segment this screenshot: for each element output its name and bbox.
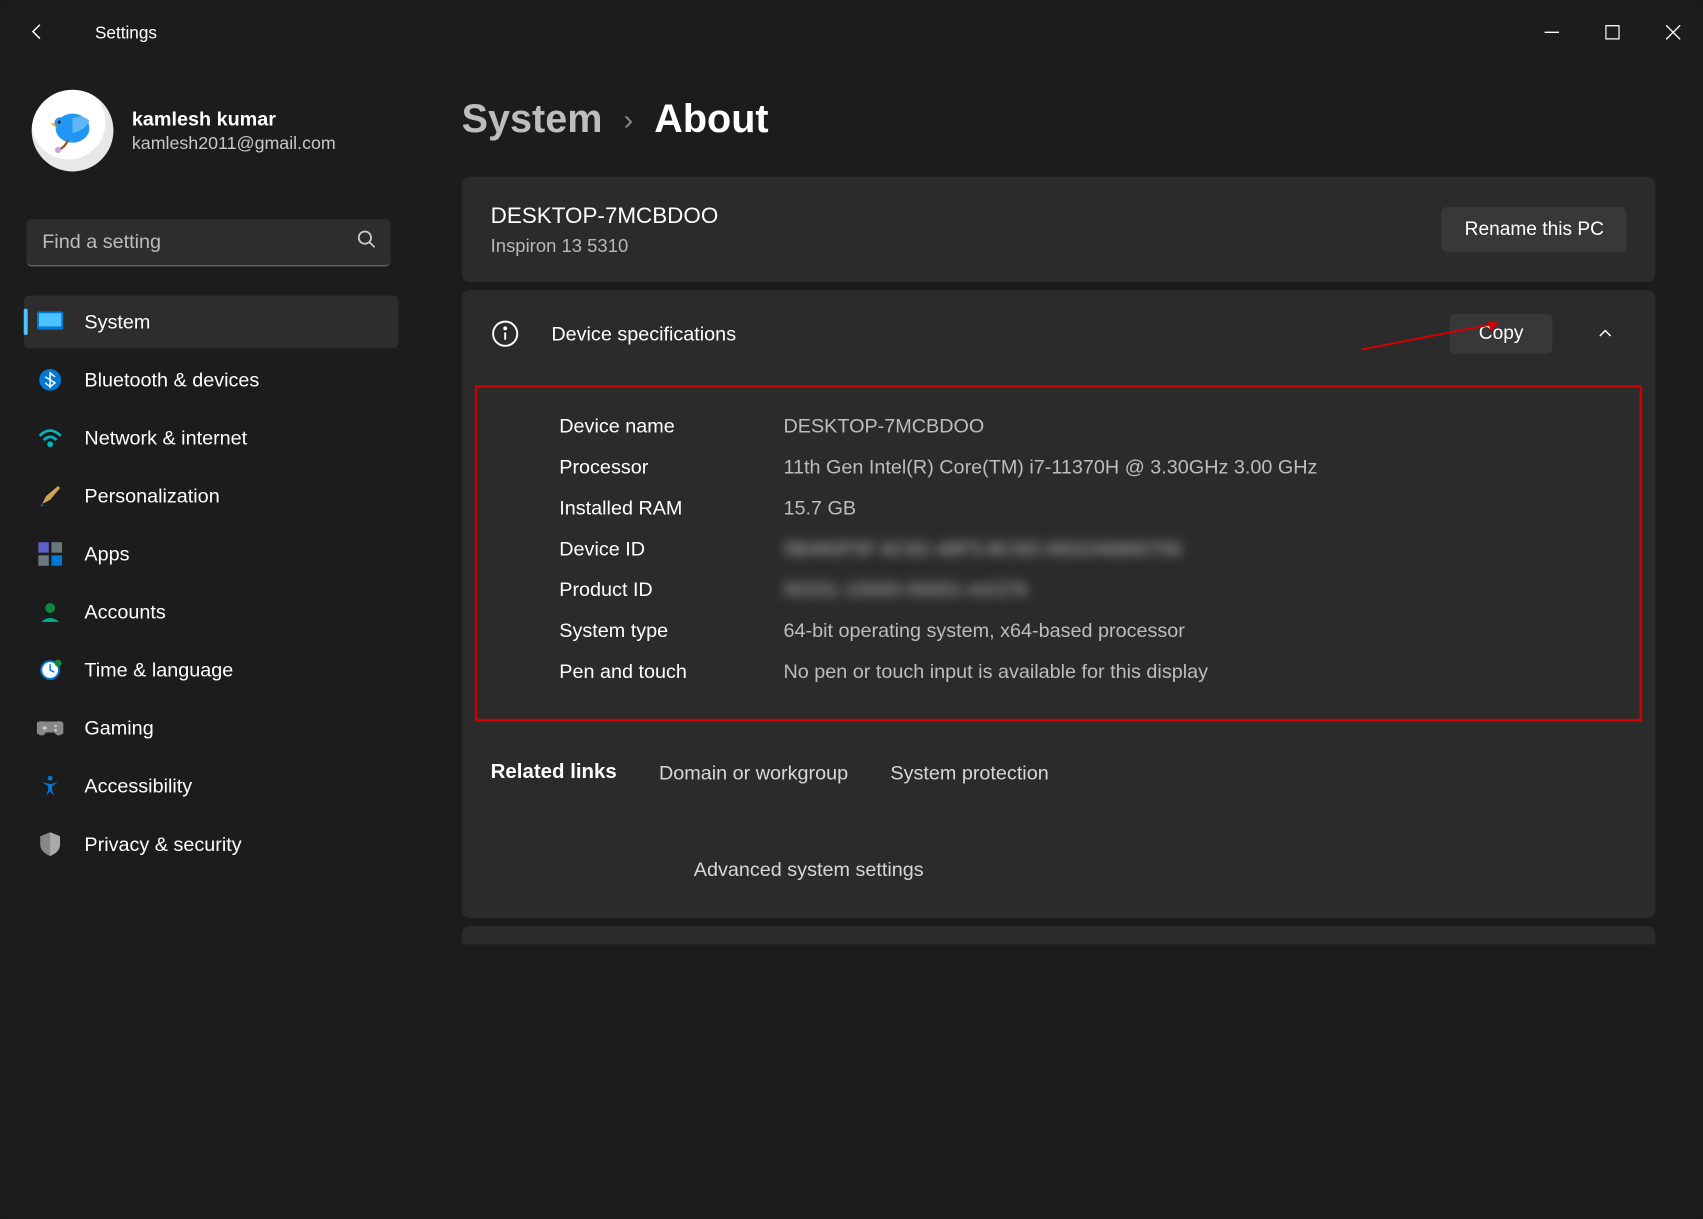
device-specs-header[interactable]: Device specifications Copy	[462, 290, 1656, 377]
spec-value: 5B460F5F-6C82-48F5-BC6D-8932A6800756	[783, 538, 1181, 560]
spec-label: Processor	[559, 456, 783, 478]
spec-label: Installed RAM	[559, 497, 783, 519]
related-label: Related links	[491, 761, 617, 785]
search-input[interactable]	[26, 219, 390, 266]
maximize-button[interactable]	[1581, 8, 1642, 55]
nav-label: Time & language	[84, 659, 233, 681]
person-icon	[37, 599, 63, 625]
nav-personalization[interactable]: Personalization	[24, 470, 399, 523]
nav-apps[interactable]: Apps	[24, 528, 399, 581]
spec-label: Pen and touch	[559, 661, 783, 683]
shield-icon	[37, 831, 63, 857]
spec-value: 11th Gen Intel(R) Core(TM) i7-11370H @ 3…	[783, 456, 1317, 478]
nav-label: Gaming	[84, 717, 153, 739]
nav-label: Bluetooth & devices	[84, 369, 259, 391]
spec-value: 15.7 GB	[783, 497, 856, 519]
window-controls	[1521, 8, 1703, 55]
minimize-button[interactable]	[1521, 8, 1582, 55]
nav-label: System	[84, 311, 150, 333]
link-domain[interactable]: Domain or workgroup	[659, 762, 848, 784]
search-icon	[356, 229, 377, 257]
spec-value: DESKTOP-7MCBDOO	[783, 415, 984, 437]
apps-icon	[37, 541, 63, 567]
avatar	[32, 90, 114, 172]
breadcrumb-parent[interactable]: System	[462, 98, 603, 143]
brush-icon	[37, 483, 63, 509]
titlebar: Settings	[0, 0, 1703, 63]
nav-time[interactable]: Time & language	[24, 644, 399, 697]
nav-accounts[interactable]: Accounts	[24, 586, 399, 639]
device-specs-title: Device specifications	[551, 322, 1418, 344]
link-protection[interactable]: System protection	[890, 762, 1048, 784]
nav-network[interactable]: Network & internet	[24, 412, 399, 465]
spec-value: 00331-10000-00001-AA376	[783, 579, 1027, 601]
accessibility-icon	[37, 773, 63, 799]
pc-name: DESKTOP-7MCBDOO	[491, 203, 719, 229]
chevron-right-icon: ›	[624, 103, 634, 137]
nav-label: Network & internet	[84, 427, 247, 449]
spec-label: System type	[559, 620, 783, 642]
profile-email: kamlesh2011@gmail.com	[132, 133, 336, 153]
spec-value: 64-bit operating system, x64-based proce…	[783, 620, 1184, 642]
related-links: Related links Domain or workgroup System…	[462, 735, 1656, 918]
nav-label: Accounts	[84, 601, 165, 623]
gamepad-icon	[37, 715, 63, 741]
nav-accessibility[interactable]: Accessibility	[24, 760, 399, 813]
link-advanced[interactable]: Advanced system settings	[694, 859, 924, 881]
page-title: About	[654, 98, 768, 143]
profile-block[interactable]: kamlesh kumar kamlesh2011@gmail.com	[24, 74, 399, 195]
copy-button[interactable]: Copy	[1450, 314, 1553, 354]
pc-card: DESKTOP-7MCBDOO Inspiron 13 5310 Rename …	[462, 177, 1656, 283]
app-title: Settings	[95, 22, 157, 42]
nav-system[interactable]: System	[24, 295, 399, 348]
nav-list: System Bluetooth & devices Network & int…	[24, 295, 399, 870]
close-button[interactable]	[1642, 8, 1703, 55]
wifi-icon	[37, 425, 63, 451]
chevron-up-icon[interactable]	[1584, 324, 1626, 342]
pc-model: Inspiron 13 5310	[491, 235, 719, 256]
content-area: System › About DESKTOP-7MCBDOO Inspiron …	[409, 63, 1703, 1218]
nav-gaming[interactable]: Gaming	[24, 702, 399, 755]
spec-label: Product ID	[559, 579, 783, 601]
spec-value: No pen or touch input is available for t…	[783, 661, 1208, 683]
back-button[interactable]	[11, 5, 64, 58]
nav-label: Accessibility	[84, 775, 192, 797]
next-card-peek	[462, 926, 1656, 944]
info-icon	[491, 319, 520, 348]
profile-name: kamlesh kumar	[132, 108, 336, 130]
nav-label: Personalization	[84, 485, 219, 507]
clock-icon	[37, 657, 63, 683]
device-specs-card: Device specifications Copy Device nameDE…	[462, 290, 1656, 918]
nav-bluetooth[interactable]: Bluetooth & devices	[24, 353, 399, 406]
search-container	[26, 219, 390, 266]
bluetooth-icon	[37, 367, 63, 393]
nav-label: Apps	[84, 543, 129, 565]
nav-label: Privacy & security	[84, 833, 241, 855]
rename-pc-button[interactable]: Rename this PC	[1442, 207, 1626, 252]
nav-privacy[interactable]: Privacy & security	[24, 818, 399, 871]
spec-label: Device ID	[559, 538, 783, 560]
system-icon	[37, 309, 63, 335]
device-specs-box: Device nameDESKTOP-7MCBDOO Processor11th…	[475, 385, 1642, 721]
sidebar: kamlesh kumar kamlesh2011@gmail.com Syst…	[0, 63, 409, 1218]
breadcrumb: System › About	[462, 98, 1656, 143]
spec-label: Device name	[559, 415, 783, 437]
